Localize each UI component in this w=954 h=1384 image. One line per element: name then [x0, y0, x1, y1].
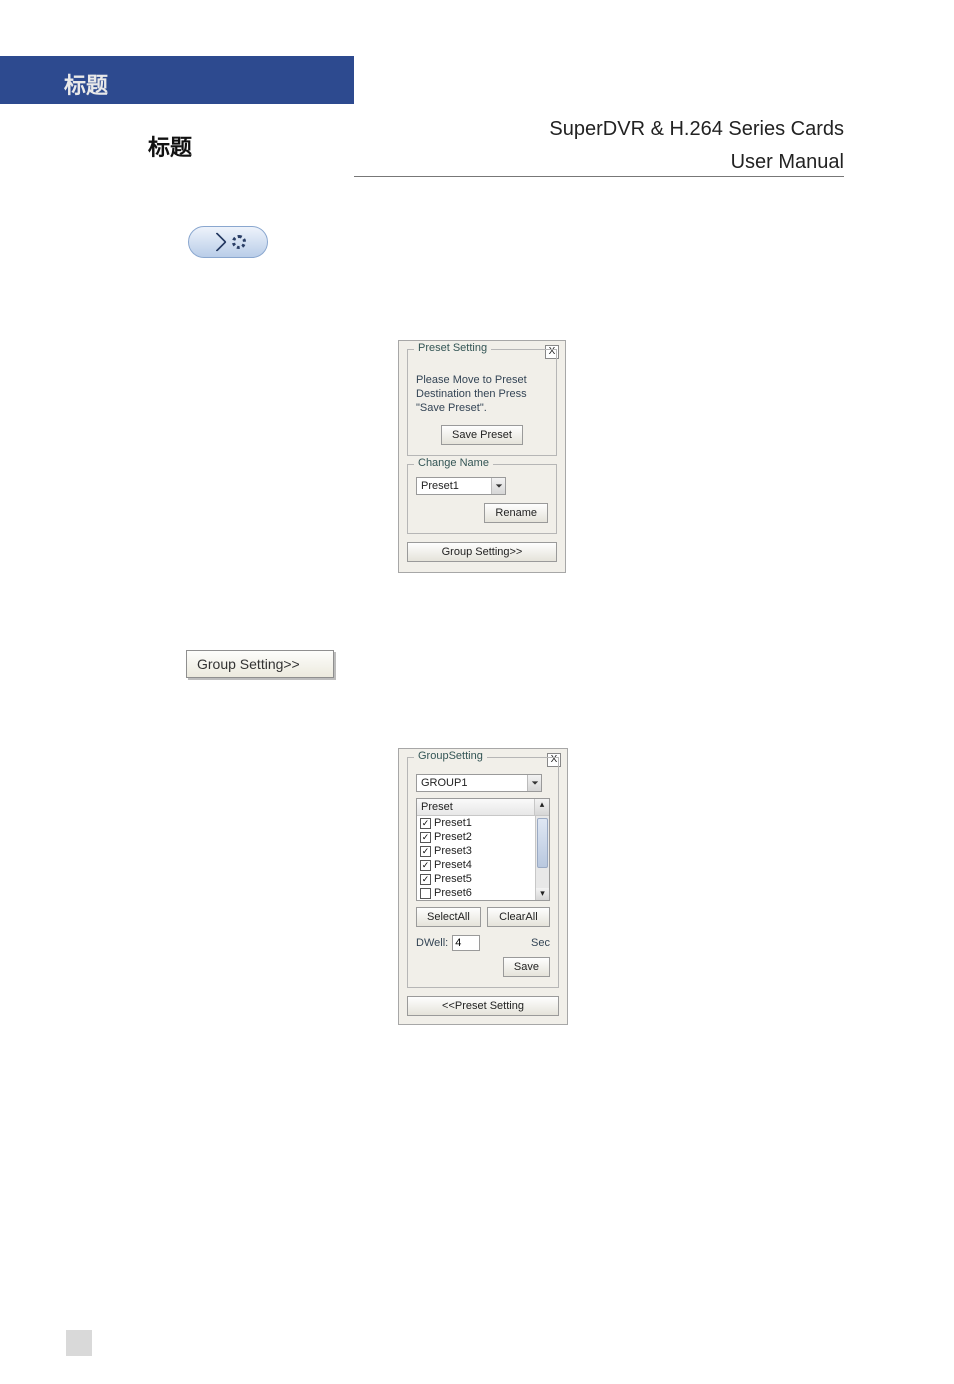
group-setting-button-inline[interactable]: Group Setting>> [407, 542, 557, 562]
list-item-label: Preset2 [434, 831, 472, 843]
header-band [0, 56, 354, 104]
header-rule [354, 176, 844, 177]
list-item[interactable]: Preset3 [417, 844, 535, 858]
dwell-unit: Sec [531, 937, 550, 949]
group-setting-button-label: Group Setting>> [197, 656, 300, 672]
group-setting-button[interactable]: Group Setting>> [186, 650, 334, 678]
list-item[interactable]: Preset1 [417, 816, 535, 830]
list-item[interactable]: Preset4 [417, 858, 535, 872]
preset-instruction-text: Please Move to Preset Destination then P… [416, 374, 548, 415]
rename-button[interactable]: Rename [484, 503, 548, 523]
checkbox-icon[interactable] [420, 888, 431, 899]
preset-setting-group: Preset Setting Please Move to Preset Des… [407, 349, 557, 456]
checkbox-icon[interactable] [420, 874, 431, 885]
group-setting-dialog: X GroupSetting GROUP1 Preset ▴ [398, 748, 568, 1025]
page: 标题 标题 SuperDVR & H.264 Series Cards User… [0, 0, 954, 1384]
clear-all-button[interactable]: ClearAll [487, 907, 550, 927]
preset-select[interactable]: Preset1 [416, 477, 506, 495]
product-line: SuperDVR & H.264 Series Cards [549, 118, 844, 141]
save-button[interactable]: Save [503, 957, 550, 977]
header-title-1: 标题 [64, 68, 108, 100]
scroll-up-icon[interactable]: ▴ [535, 799, 549, 815]
change-name-legend: Change Name [414, 457, 493, 469]
list-item-label: Preset5 [434, 873, 472, 885]
header-title-2: 标题 [148, 130, 192, 162]
list-item-label: Preset1 [434, 817, 472, 829]
dwell-input[interactable] [452, 935, 480, 951]
back-to-preset-button[interactable]: <<Preset Setting [407, 996, 559, 1016]
dwell-label: DWell: [416, 937, 448, 949]
group-setting-legend: GroupSetting [414, 750, 487, 762]
group-select-value: GROUP1 [417, 777, 527, 789]
chevron-down-icon [527, 775, 541, 791]
scroll-down-icon[interactable]: ▾ [536, 888, 549, 900]
loading-icon [232, 235, 246, 249]
preset-setting-legend: Preset Setting [414, 342, 491, 354]
list-item-label: Preset4 [434, 859, 472, 871]
checkbox-icon[interactable] [420, 846, 431, 857]
wrench-icon [207, 232, 227, 252]
select-all-button[interactable]: SelectAll [416, 907, 481, 927]
list-item[interactable]: Preset2 [417, 830, 535, 844]
change-name-group: Change Name Preset1 Rename [407, 464, 557, 534]
preset-column-header[interactable]: Preset [417, 799, 535, 815]
ptz-tool-icon[interactable] [188, 226, 268, 258]
chevron-down-icon [491, 478, 505, 494]
doc-type: User Manual [549, 151, 844, 174]
save-preset-button[interactable]: Save Preset [441, 425, 523, 445]
checkbox-icon[interactable] [420, 860, 431, 871]
header-right: SuperDVR & H.264 Series Cards User Manua… [549, 118, 844, 174]
list-item[interactable]: Preset6 [417, 886, 535, 900]
preset-list-header: Preset ▴ [417, 799, 549, 816]
scrollbar[interactable]: ▾ [535, 816, 549, 900]
dwell-row: DWell: Sec [416, 935, 550, 951]
preset-select-value: Preset1 [417, 480, 491, 492]
preset-setting-dialog: X Preset Setting Please Move to Preset D… [398, 340, 566, 573]
checkbox-icon[interactable] [420, 818, 431, 829]
preset-list: Preset ▴ Preset1 Preset2 [416, 798, 550, 901]
group-select[interactable]: GROUP1 [416, 774, 542, 792]
list-item-label: Preset6 [434, 887, 472, 899]
checkbox-icon[interactable] [420, 832, 431, 843]
list-item-label: Preset3 [434, 845, 472, 857]
page-number-box [66, 1330, 92, 1356]
scrollbar-thumb[interactable] [537, 818, 548, 868]
list-item[interactable]: Preset5 [417, 872, 535, 886]
group-setting-inner: GroupSetting GROUP1 Preset ▴ Preset1 [407, 757, 559, 988]
preset-list-items: Preset1 Preset2 Preset3 Preset4 [417, 816, 535, 900]
